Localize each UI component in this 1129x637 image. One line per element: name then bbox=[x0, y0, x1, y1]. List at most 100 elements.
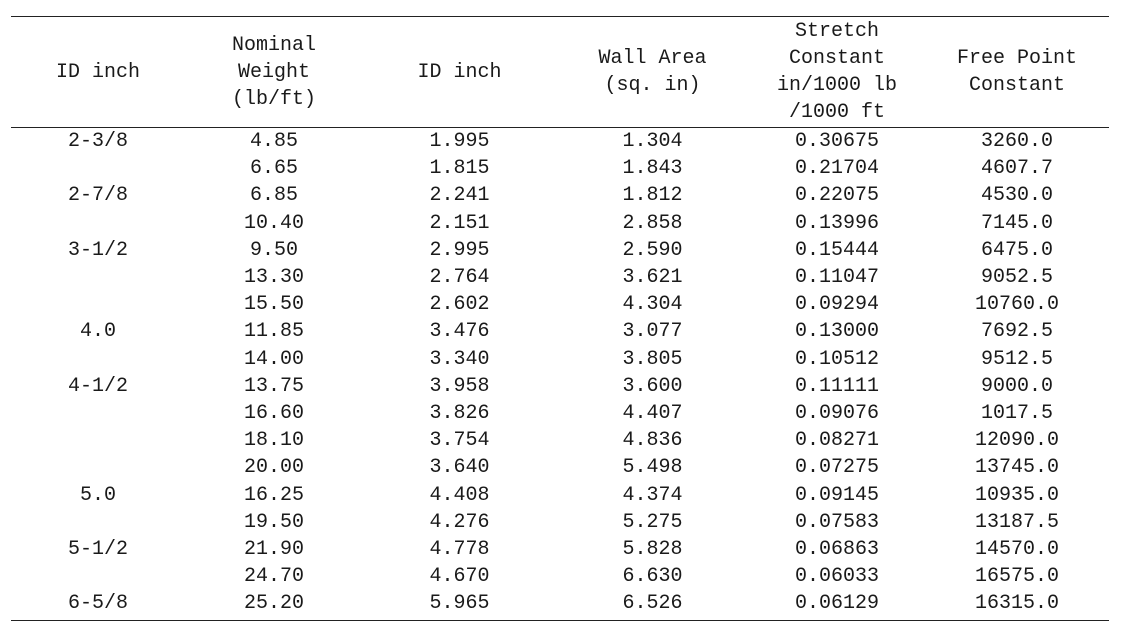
table-row: 3-1/2 9.50 2.995 2.590 0.15444 6475.0 bbox=[11, 237, 1109, 264]
cell-id: 2.241 bbox=[429, 184, 490, 208]
cell-wall-area: 3.600 bbox=[622, 374, 683, 398]
cell-nominal-weight: 18.10 bbox=[243, 429, 304, 453]
header-line: Stretch bbox=[794, 20, 879, 43]
cell-free-point-constant: 3260.0 bbox=[980, 130, 1053, 153]
cell-nominal-weight: 13.75 bbox=[243, 374, 304, 398]
cell-id: 3.640 bbox=[429, 456, 490, 480]
cell-id: 3.826 bbox=[429, 402, 490, 426]
cell-id: 1.815 bbox=[429, 157, 490, 181]
cell-free-point-constant: 1017.5 bbox=[980, 402, 1053, 426]
cell-free-point-constant: 7145.0 bbox=[980, 211, 1053, 235]
cell-od: 5-1/2 bbox=[67, 538, 128, 562]
cell-stretch-constant: 0.30675 bbox=[794, 130, 879, 153]
cell-id: 2.995 bbox=[429, 238, 490, 262]
table-row: 15.50 2.602 4.304 0.09294 10760.0 bbox=[11, 291, 1109, 318]
cell-nominal-weight: 20.00 bbox=[243, 456, 304, 480]
cell-free-point-constant: 6475.0 bbox=[980, 238, 1053, 262]
header-stretch-constant: Stretch Constant in/1000 lb/1000 ft bbox=[749, 17, 925, 128]
cell-od bbox=[11, 291, 185, 318]
cell-free-point-constant: 10935.0 bbox=[974, 483, 1059, 507]
cell-wall-area: 5.498 bbox=[622, 456, 683, 480]
cell-id: 3.754 bbox=[429, 429, 490, 453]
cell-stretch-constant: 0.11111 bbox=[794, 374, 879, 398]
cell-wall-area: 3.805 bbox=[622, 347, 683, 371]
cell-id: 1.995 bbox=[429, 130, 490, 153]
cell-nominal-weight: 16.60 bbox=[243, 402, 304, 426]
cell-od bbox=[11, 563, 185, 590]
header-free-point-constant: Free Point Constant bbox=[925, 17, 1109, 128]
cell-stretch-constant: 0.06863 bbox=[794, 538, 879, 562]
cell-stretch-constant: 0.15444 bbox=[794, 238, 879, 262]
cell-nominal-weight: 11.85 bbox=[243, 320, 304, 344]
cell-free-point-constant: 13745.0 bbox=[974, 456, 1059, 480]
cell-nominal-weight: 6.65 bbox=[249, 157, 298, 181]
cell-od: 5.0 bbox=[79, 483, 116, 507]
table-row: 18.10 3.754 4.836 0.08271 12090.0 bbox=[11, 427, 1109, 454]
table-row: 19.50 4.276 5.275 0.07583 13187.5 bbox=[11, 509, 1109, 536]
table-row: 10.40 2.151 2.858 0.13996 7145.0 bbox=[11, 210, 1109, 237]
table-header: ID inch Nominal Weight (lb/ft) ID inch Wall A… bbox=[11, 16, 1109, 128]
cell-wall-area: 1.812 bbox=[622, 184, 683, 208]
cell-wall-area: 1.304 bbox=[622, 130, 683, 153]
tubing-constants-table-container: ID inch Nominal Weight (lb/ft) ID inch Wall A… bbox=[11, 16, 1109, 621]
cell-nominal-weight: 19.50 bbox=[243, 510, 304, 534]
header-line: Wall Area bbox=[598, 47, 707, 70]
header-line: /1000 ft bbox=[788, 101, 885, 124]
cell-stretch-constant: 0.09145 bbox=[794, 483, 879, 507]
cell-stretch-constant: 0.22075 bbox=[794, 184, 879, 208]
cell-wall-area: 3.077 bbox=[622, 320, 683, 344]
cell-free-point-constant: 13187.5 bbox=[974, 510, 1059, 534]
cell-nominal-weight: 21.90 bbox=[243, 538, 304, 562]
table-row: 14.00 3.340 3.805 0.10512 9512.5 bbox=[11, 346, 1109, 373]
cell-stretch-constant: 0.08271 bbox=[794, 429, 879, 453]
cell-od: 4.0 bbox=[79, 320, 116, 344]
header-line: ID inch bbox=[417, 60, 502, 84]
cell-free-point-constant: 10760.0 bbox=[974, 293, 1059, 317]
header-id-inch: ID inch bbox=[363, 17, 556, 128]
cell-id: 3.476 bbox=[429, 320, 490, 344]
cell-wall-area: 6.630 bbox=[622, 565, 683, 589]
cell-id: 2.764 bbox=[429, 266, 490, 290]
cell-nominal-weight: 4.85 bbox=[249, 130, 298, 153]
cell-od bbox=[11, 155, 185, 182]
table-body: 2-3/8 4.85 1.995 1.304 0.30675 3260.0 6.65 1.81… bbox=[11, 128, 1109, 621]
header-line: ID inch bbox=[55, 60, 140, 84]
table-row: 6.65 1.815 1.843 0.21704 4607.7 bbox=[11, 155, 1109, 182]
cell-stretch-constant: 0.11047 bbox=[794, 266, 879, 290]
header-line: Constant bbox=[968, 74, 1065, 97]
cell-id: 5.965 bbox=[363, 590, 556, 621]
cell-od: 4-1/2 bbox=[67, 374, 128, 398]
table-row: 20.00 3.640 5.498 0.07275 13745.0 bbox=[11, 454, 1109, 481]
cell-free-point-constant: 14570.0 bbox=[974, 538, 1059, 562]
cell-wall-area: 5.828 bbox=[622, 538, 683, 562]
cell-stretch-constant: 0.09076 bbox=[794, 402, 879, 426]
cell-id: 4.276 bbox=[429, 510, 490, 534]
cell-free-point-constant: 16575.0 bbox=[974, 565, 1059, 589]
cell-free-point-constant: 4530.0 bbox=[980, 184, 1053, 208]
cell-id: 4.408 bbox=[429, 483, 490, 507]
cell-wall-area: 2.590 bbox=[622, 238, 683, 262]
cell-id: 3.958 bbox=[429, 374, 490, 398]
header-line: Free Point bbox=[956, 47, 1078, 70]
cell-wall-area: 4.407 bbox=[622, 402, 683, 426]
table-row: 6-5/8 25.20 5.965 6.526 0.06129 16315.0 bbox=[11, 590, 1109, 621]
table-row: 5.0 16.25 4.408 4.374 0.09145 10935.0 bbox=[11, 482, 1109, 509]
cell-stretch-constant: 0.10512 bbox=[794, 347, 879, 371]
cell-id: 3.340 bbox=[429, 347, 490, 371]
cell-nominal-weight: 24.70 bbox=[243, 565, 304, 589]
cell-stretch-constant: 0.13000 bbox=[794, 320, 879, 344]
table-row: 16.60 3.826 4.407 0.09076 1017.5 bbox=[11, 400, 1109, 427]
cell-wall-area: 4.374 bbox=[622, 483, 683, 507]
header-line: Nominal bbox=[231, 33, 316, 57]
cell-od bbox=[11, 454, 185, 481]
cell-stretch-constant: 0.13996 bbox=[794, 211, 879, 235]
cell-free-point-constant: 12090.0 bbox=[974, 429, 1059, 453]
cell-nominal-weight: 13.30 bbox=[243, 266, 304, 290]
table-row: 4.0 11.85 3.476 3.077 0.13000 7692.5 bbox=[11, 318, 1109, 345]
tubing-constants-table: ID inch Nominal Weight (lb/ft) ID inch Wall A… bbox=[11, 16, 1109, 621]
cell-od: 6-5/8 bbox=[11, 590, 185, 621]
cell-stretch-constant: 0.06033 bbox=[794, 565, 879, 589]
table-row: 4-1/2 13.75 3.958 3.600 0.11111 9000.0 bbox=[11, 373, 1109, 400]
cell-wall-area: 3.621 bbox=[622, 266, 683, 290]
cell-od bbox=[11, 400, 185, 427]
